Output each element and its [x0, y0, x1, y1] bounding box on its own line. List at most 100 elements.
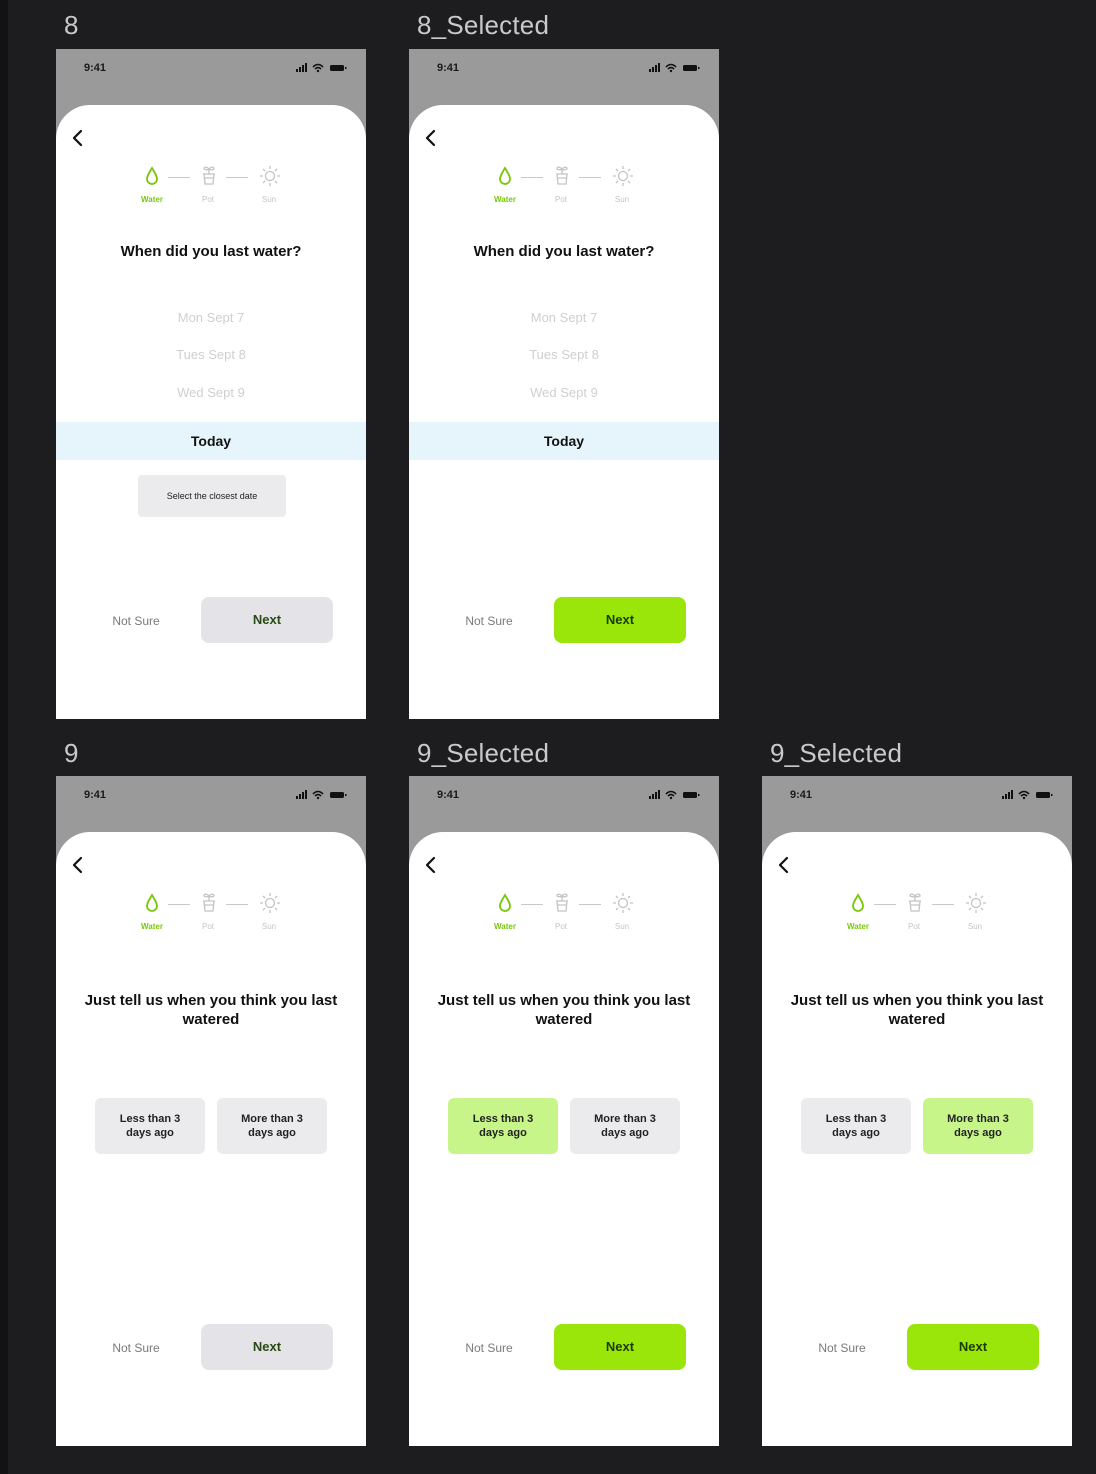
next-button[interactable]: Next [201, 597, 333, 643]
step-connector [521, 177, 543, 178]
bottom-sheet: Water Pot Sun Just tell us when you thin… [762, 832, 1072, 1446]
plant-pot-icon [909, 893, 921, 912]
not-sure-button[interactable]: Not Sure [96, 1341, 176, 1355]
step-label-pot: Pot [907, 922, 920, 931]
step-label-pot: Pot [554, 922, 567, 931]
plant-pot-icon [556, 166, 568, 185]
status-time: 9:41 [437, 789, 460, 801]
not-sure-button[interactable]: Not Sure [96, 614, 176, 628]
step-label-pot: Pot [554, 195, 567, 204]
option-less-than-3-days[interactable]: Less than 3 days ago [448, 1098, 558, 1154]
step-connector [874, 904, 896, 905]
date-option[interactable]: Wed Sept 9 [409, 385, 719, 400]
step-label-water: Water [141, 922, 163, 931]
step-connector [168, 904, 190, 905]
frame-label-9-selected: 9_Selected [417, 738, 550, 768]
back-button[interactable] [68, 854, 88, 876]
option-less-than-3-days[interactable]: Less than 3 days ago [801, 1098, 911, 1154]
option-more-than-3-days[interactable]: More than 3 days ago [923, 1098, 1033, 1154]
plant-pot-icon [203, 893, 215, 912]
chevron-left-icon [72, 856, 83, 874]
bottom-sheet: Water Pot Sun When did you last water? M… [56, 105, 366, 719]
date-option[interactable]: Wed Sept 9 [56, 385, 366, 400]
date-option-today[interactable]: Today [56, 422, 366, 460]
date-option[interactable]: Tues Sept 8 [409, 347, 719, 362]
status-time: 9:41 [84, 62, 107, 74]
question-title: Just tell us when you think you last wat… [790, 992, 1044, 1028]
not-sure-button[interactable]: Not Sure [449, 1341, 529, 1355]
water-drop-icon [852, 893, 864, 912]
option-more-than-3-days[interactable]: More than 3 days ago [570, 1098, 680, 1154]
next-button[interactable]: Next [554, 1324, 686, 1370]
step-connector [226, 177, 248, 178]
bottom-sheet: Water Pot Sun Just tell us when you thin… [56, 832, 366, 1446]
chevron-left-icon [778, 856, 789, 874]
back-button[interactable] [421, 854, 441, 876]
plant-pot-icon [203, 166, 215, 185]
step-connector [932, 904, 954, 905]
progress-stepper: Water Pot Sun [56, 163, 366, 211]
phone-frame-9-selected-less: 9:41 Water Pot Sun Just tell us when you… [409, 776, 719, 1446]
phone-frame-8-selected: 9:41 Water Pot Sun When did you last wat… [409, 49, 719, 719]
status-icons [649, 790, 709, 800]
progress-stepper: Water Pot Sun [409, 163, 719, 211]
chevron-left-icon [72, 129, 83, 147]
step-connector [168, 177, 190, 178]
step-label-sun: Sun [261, 195, 277, 204]
status-icons [1002, 790, 1062, 800]
back-button[interactable] [68, 127, 88, 149]
not-sure-button[interactable]: Not Sure [802, 1341, 882, 1355]
chevron-left-icon [425, 856, 436, 874]
step-label-sun: Sun [261, 922, 277, 931]
option-label: Less than 3 days ago [472, 1113, 534, 1139]
question-title: Just tell us when you think you last wat… [84, 992, 338, 1028]
step-label-water: Water [494, 922, 516, 931]
question-title: When did you last water? [473, 243, 655, 260]
water-drop-icon [146, 166, 158, 185]
back-button[interactable] [774, 854, 794, 876]
water-drop-icon [499, 893, 511, 912]
option-label: Less than 3 days ago [825, 1113, 887, 1139]
step-label-pot: Pot [201, 195, 214, 204]
not-sure-button[interactable]: Not Sure [449, 614, 529, 628]
option-less-than-3-days[interactable]: Less than 3 days ago [95, 1098, 205, 1154]
status-icons [296, 790, 356, 800]
option-label: More than 3 days ago [241, 1113, 303, 1139]
date-option[interactable]: Tues Sept 8 [56, 347, 366, 362]
step-label-pot: Pot [201, 922, 214, 931]
next-button[interactable]: Next [907, 1324, 1039, 1370]
status-icons [649, 63, 709, 73]
next-button[interactable]: Next [554, 597, 686, 643]
frame-label-9-selected: 9_Selected [770, 738, 903, 768]
date-option-today[interactable]: Today [409, 422, 719, 460]
step-label-sun: Sun [614, 922, 630, 931]
step-connector [579, 904, 601, 905]
sun-icon [966, 893, 986, 913]
option-more-than-3-days[interactable]: More than 3 days ago [217, 1098, 327, 1154]
option-label: Less than 3 days ago [119, 1113, 181, 1139]
status-icons [296, 63, 356, 73]
progress-stepper: Water Pot Sun [56, 890, 366, 938]
sun-icon [260, 166, 280, 186]
progress-stepper: Water Pot Sun [409, 890, 719, 938]
sun-icon [613, 893, 633, 913]
progress-stepper: Water Pot Sun [762, 890, 1072, 938]
date-option[interactable]: Mon Sept 7 [409, 310, 719, 325]
design-canvas: 8 9:41 Water Pot Sun When did you last w… [0, 0, 1096, 1474]
step-label-sun: Sun [614, 195, 630, 204]
bottom-sheet: Water Pot Sun When did you last water? M… [409, 105, 719, 719]
step-label-sun: Sun [967, 922, 983, 931]
question-title: When did you last water? [120, 243, 302, 260]
phone-frame-9-selected-more: 9:41 Water Pot Sun Just tell us when you… [762, 776, 1072, 1446]
status-time: 9:41 [437, 62, 460, 74]
frame-label-8: 8 [64, 10, 79, 40]
phone-frame-8: 9:41 Water Pot Sun When did you last wat… [56, 49, 366, 719]
next-button[interactable]: Next [201, 1324, 333, 1370]
date-option[interactable]: Mon Sept 7 [56, 310, 366, 325]
chevron-left-icon [425, 129, 436, 147]
sun-icon [260, 893, 280, 913]
phone-frame-9: 9:41 Water Pot Sun Just tell us when you… [56, 776, 366, 1446]
status-time: 9:41 [790, 789, 813, 801]
step-label-water: Water [494, 195, 516, 204]
back-button[interactable] [421, 127, 441, 149]
